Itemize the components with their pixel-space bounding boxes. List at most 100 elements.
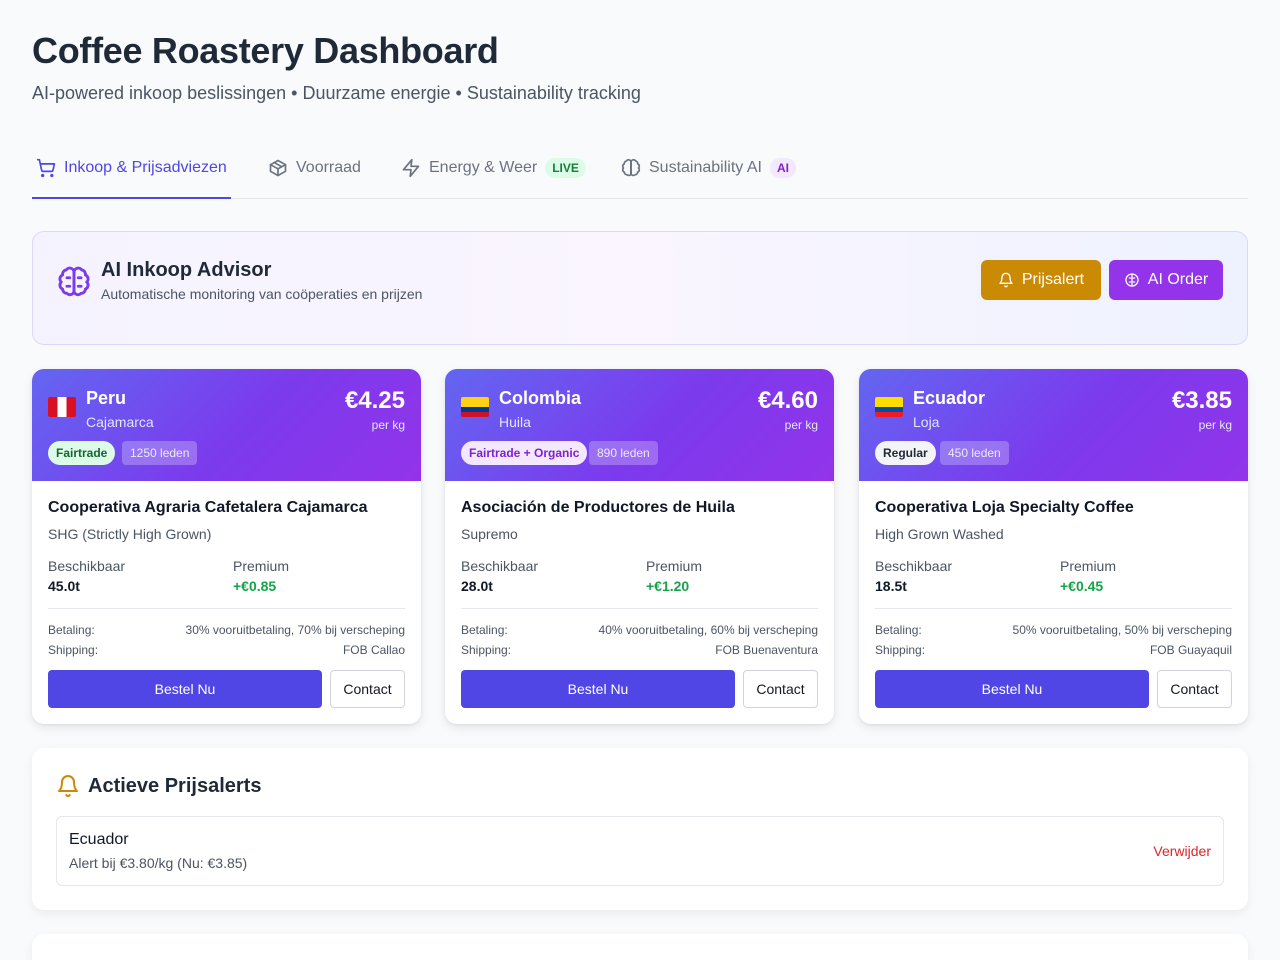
coffee-grade: SHG (Strictly High Grown) bbox=[48, 526, 212, 542]
payment-label: Betaling: bbox=[461, 623, 508, 637]
ai-advisor-panel: AI Inkoop Advisor Automatische monitorin… bbox=[32, 231, 1248, 345]
cooperative-name: Cooperativa Agraria Cafetalera Cajamarca bbox=[48, 499, 368, 516]
payment-label: Betaling: bbox=[48, 623, 95, 637]
remove-alert-button[interactable]: Verwijder bbox=[1153, 843, 1211, 859]
order-now-button[interactable]: Bestel Nu bbox=[461, 670, 735, 708]
colombia-flag-icon bbox=[461, 397, 489, 417]
shipping-label: Shipping: bbox=[48, 643, 99, 657]
peru-flag-icon bbox=[48, 397, 76, 417]
next-section-panel bbox=[32, 934, 1248, 960]
card-country: Peru bbox=[86, 388, 127, 408]
alerts-title: Actieve Prijsalerts bbox=[88, 775, 262, 797]
contact-button[interactable]: Contact bbox=[1157, 670, 1232, 708]
available-value: 45.0t bbox=[48, 578, 80, 594]
card-price: €3.85 bbox=[1171, 387, 1232, 414]
card-country: Colombia bbox=[499, 388, 582, 408]
payment-value: 50% vooruitbetaling, 50% bij verscheping bbox=[1012, 623, 1232, 637]
cooperative-card-colombia: Colombia Huila €4.60 per kg Fairtrade + … bbox=[445, 369, 834, 724]
advisor-title: AI Inkoop Advisor bbox=[101, 259, 272, 281]
tab-bar: Inkoop & Prijsadviezen Voorraad Energy &… bbox=[32, 138, 1248, 199]
tab-inkoop-label: Inkoop & Prijsadviezen bbox=[64, 159, 227, 176]
cooperative-name: Asociación de Productores de Huila bbox=[461, 499, 735, 516]
ai-order-button[interactable]: AI Order bbox=[1109, 260, 1223, 300]
live-badge: LIVE bbox=[545, 158, 586, 178]
active-price-alerts-panel: Actieve Prijsalerts Ecuador Alert bij €3… bbox=[32, 748, 1248, 910]
card-price-unit: per kg bbox=[371, 418, 405, 432]
available-label: Beschikbaar bbox=[461, 558, 539, 574]
shipping-value: FOB Callao bbox=[342, 643, 405, 657]
available-label: Beschikbaar bbox=[48, 558, 126, 574]
card-price-unit: per kg bbox=[784, 418, 818, 432]
alert-item: Ecuador Alert bij €3.80/kg (Nu: €3.85) V… bbox=[56, 816, 1224, 886]
tab-sustainability[interactable]: Sustainability AI AI bbox=[621, 138, 796, 198]
ecuador-flag-icon bbox=[875, 397, 903, 417]
members-badge: 1250 leden bbox=[122, 441, 198, 465]
order-now-button[interactable]: Bestel Nu bbox=[875, 670, 1149, 708]
certification-badge: Fairtrade + Organic bbox=[461, 441, 588, 465]
contact-button[interactable]: Contact bbox=[330, 670, 405, 708]
package-icon bbox=[269, 159, 287, 177]
tab-energy[interactable]: Energy & Weer LIVE bbox=[401, 138, 586, 198]
payment-label: Betaling: bbox=[875, 623, 922, 637]
payment-value: 30% vooruitbetaling, 70% bij verscheping bbox=[185, 623, 405, 637]
certification-badge: Fairtrade bbox=[48, 441, 116, 465]
members-badge: 450 leden bbox=[940, 441, 1009, 465]
alert-text: Alert bij €3.80/kg (Nu: €3.85) bbox=[69, 855, 248, 871]
card-price: €4.25 bbox=[344, 387, 405, 414]
coffee-grade: High Grown Washed bbox=[875, 526, 1004, 542]
certification-badge: Regular bbox=[875, 441, 936, 465]
coffee-grade: Supremo bbox=[461, 526, 518, 542]
shipping-label: Shipping: bbox=[461, 643, 512, 657]
premium-label: Premium bbox=[1060, 558, 1117, 574]
cooperative-name: Cooperativa Loja Specialty Coffee bbox=[875, 499, 1134, 516]
price-alert-label: Prijsalert bbox=[1021, 271, 1085, 288]
contact-button[interactable]: Contact bbox=[743, 670, 818, 708]
cooperative-card-ecuador: Ecuador Loja €3.85 per kg Regular 450 le… bbox=[859, 369, 1248, 724]
lightning-icon bbox=[402, 158, 420, 178]
available-value: 18.5t bbox=[875, 578, 907, 594]
order-now-button[interactable]: Bestel Nu bbox=[48, 670, 322, 708]
card-region: Loja bbox=[913, 414, 940, 430]
card-divider bbox=[48, 608, 405, 609]
page-subtitle: AI-powered inkoop beslissingen • Duurzam… bbox=[32, 83, 641, 103]
alert-country: Ecuador bbox=[69, 831, 129, 848]
premium-value: +€0.85 bbox=[233, 578, 277, 594]
card-divider bbox=[875, 608, 1232, 609]
cooperative-card-peru: Peru Cajamarca €4.25 per kg Fairtrade 12… bbox=[32, 369, 421, 724]
card-header: Peru Cajamarca €4.25 per kg Fairtrade 12… bbox=[32, 369, 421, 481]
bell-icon bbox=[999, 272, 1013, 288]
premium-label: Premium bbox=[646, 558, 703, 574]
premium-value: +€0.45 bbox=[1060, 578, 1104, 594]
advisor-description: Automatische monitoring van coöperaties … bbox=[101, 286, 423, 302]
shipping-label: Shipping: bbox=[875, 643, 926, 657]
tab-voorraad[interactable]: Voorraad bbox=[268, 138, 361, 198]
card-divider bbox=[461, 608, 818, 609]
shopping-cart-icon bbox=[36, 158, 56, 178]
shipping-value: FOB Guayaquil bbox=[1149, 643, 1232, 657]
bell-icon bbox=[58, 775, 78, 797]
card-region: Cajamarca bbox=[86, 414, 154, 430]
brain-icon bbox=[58, 266, 90, 297]
card-price-unit: per kg bbox=[1198, 418, 1232, 432]
card-country: Ecuador bbox=[913, 388, 986, 408]
payment-value: 40% vooruitbetaling, 60% bij verscheping bbox=[598, 623, 818, 637]
brain-icon bbox=[621, 158, 641, 177]
tab-energy-label: Energy & Weer bbox=[429, 159, 538, 176]
brain-icon bbox=[1125, 273, 1139, 287]
price-alert-button[interactable]: Prijsalert bbox=[981, 260, 1101, 300]
card-header: Ecuador Loja €3.85 per kg Regular 450 le… bbox=[859, 369, 1248, 481]
ai-badge: AI bbox=[769, 158, 796, 178]
available-label: Beschikbaar bbox=[875, 558, 953, 574]
card-price: €4.60 bbox=[757, 387, 818, 414]
card-header: Colombia Huila €4.60 per kg Fairtrade + … bbox=[445, 369, 834, 481]
premium-label: Premium bbox=[233, 558, 290, 574]
tab-voorraad-label: Voorraad bbox=[296, 159, 361, 176]
card-region: Huila bbox=[499, 414, 531, 430]
tab-inkoop[interactable]: Inkoop & Prijsadviezen bbox=[32, 138, 231, 199]
premium-value: +€1.20 bbox=[646, 578, 690, 594]
available-value: 28.0t bbox=[461, 578, 493, 594]
members-badge: 890 leden bbox=[589, 441, 658, 465]
shipping-value: FOB Buenaventura bbox=[715, 643, 818, 657]
page-title: Coffee Roastery Dashboard bbox=[32, 30, 499, 71]
ai-order-label: AI Order bbox=[1147, 271, 1209, 288]
